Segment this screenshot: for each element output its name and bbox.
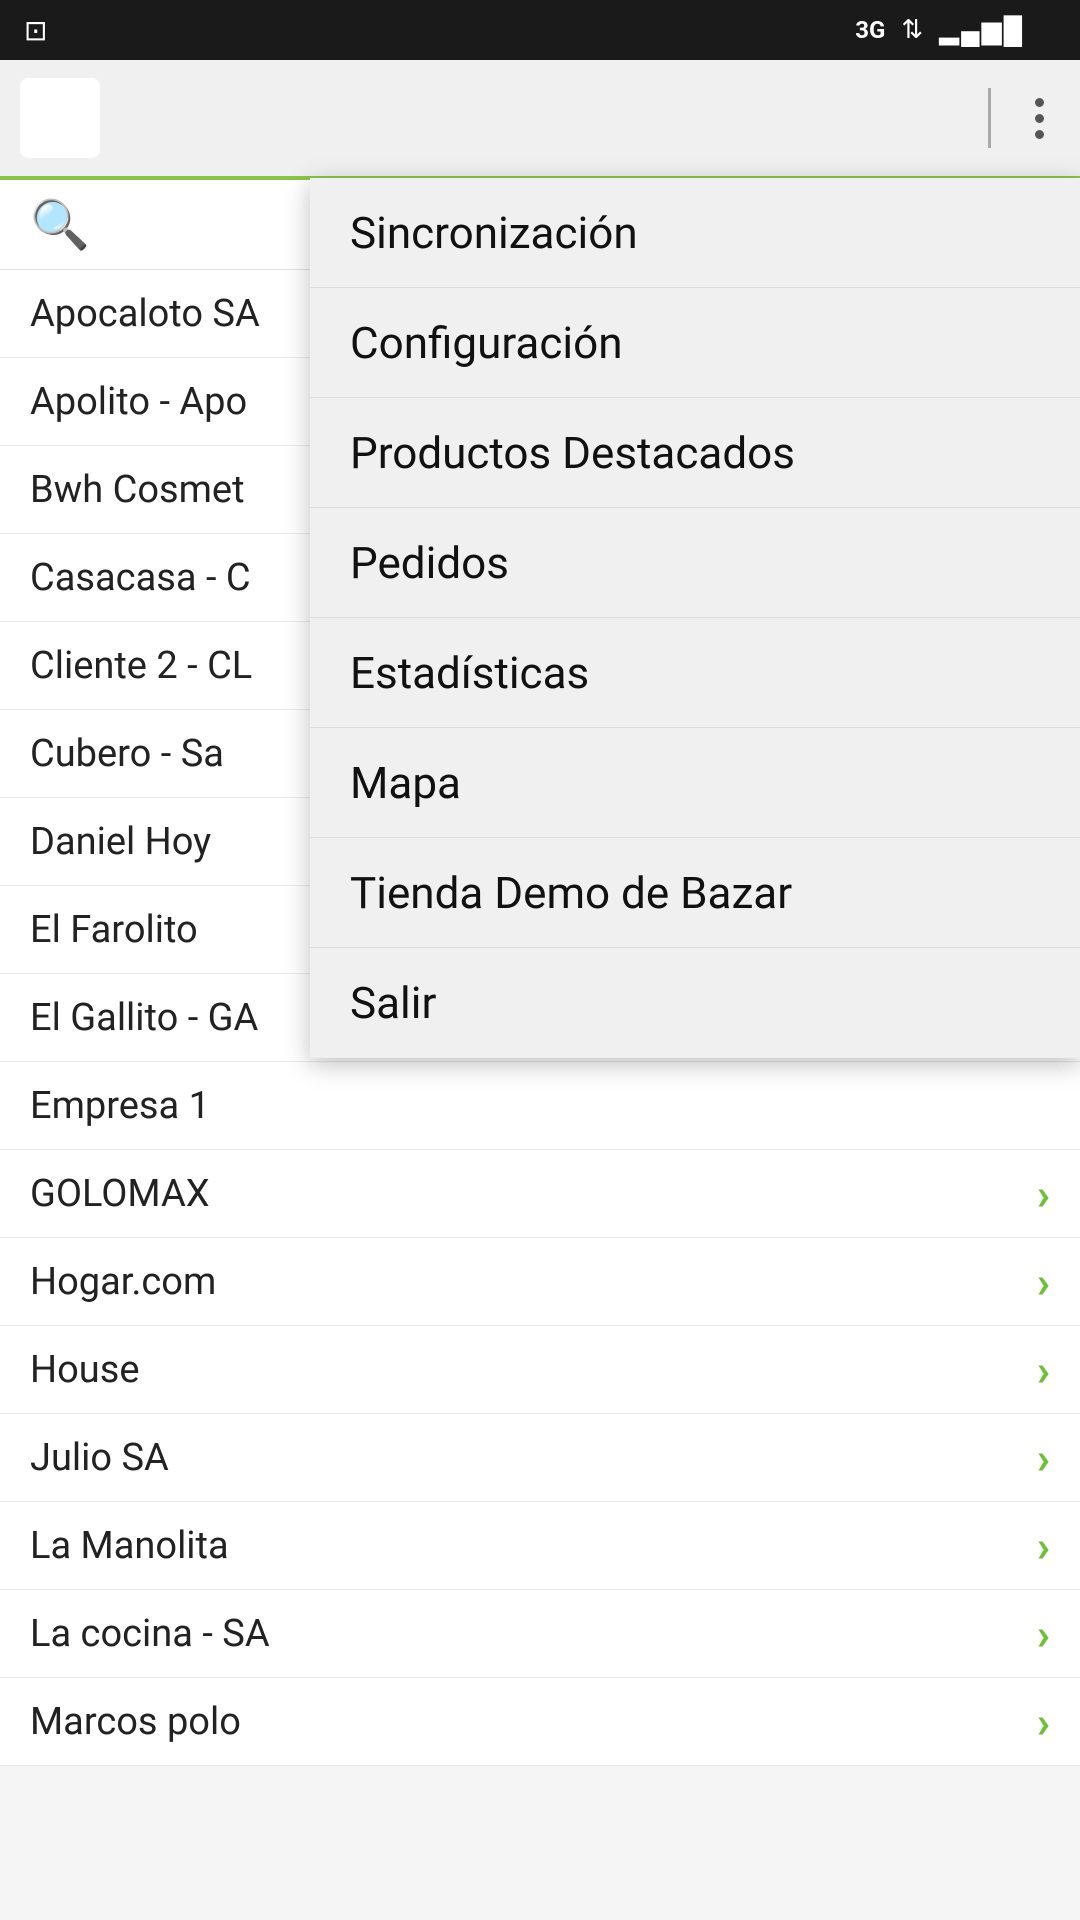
- client-name: Casacasa - C: [30, 556, 251, 600]
- client-list-item[interactable]: La cocina - SA ›: [0, 1590, 1080, 1678]
- screenshot-icon: ⊡: [24, 14, 47, 47]
- menu-item-label: Configuración: [350, 317, 623, 369]
- client-name: Hogar.com: [30, 1260, 216, 1304]
- menu-item-configuracion[interactable]: Configuración: [310, 288, 1080, 398]
- client-name: El Farolito: [30, 908, 198, 952]
- menu-item-label: Salir: [350, 977, 436, 1029]
- chevron-right-icon: ›: [1037, 1608, 1050, 1660]
- data-transfer-icon: ⇅: [901, 15, 923, 45]
- client-list-item[interactable]: Julio SA ›: [0, 1414, 1080, 1502]
- client-name: La Manolita: [30, 1524, 229, 1568]
- client-name: Empresa 1: [30, 1084, 210, 1128]
- client-list-item[interactable]: La Manolita ›: [0, 1502, 1080, 1590]
- app-logo: [20, 78, 100, 158]
- menu-item-label: Estadísticas: [350, 647, 589, 699]
- client-name: Apolito - Apo: [30, 380, 247, 424]
- client-list-item[interactable]: House ›: [0, 1326, 1080, 1414]
- menu-item-label: Pedidos: [350, 537, 509, 589]
- menu-item-pedidos[interactable]: Pedidos: [310, 508, 1080, 618]
- menu-item-label: Mapa: [350, 757, 461, 809]
- dot-icon: [1035, 114, 1044, 123]
- menu-item-label: Productos Destacados: [350, 427, 795, 479]
- header-divider: [988, 88, 991, 148]
- client-name: Daniel Hoy: [30, 820, 211, 864]
- chevron-right-icon: ›: [1037, 1432, 1050, 1484]
- client-list-item[interactable]: Hogar.com ›: [0, 1238, 1080, 1326]
- agregar-button[interactable]: [928, 108, 960, 128]
- client-name: El Gallito - GA: [30, 996, 258, 1040]
- dot-icon: [1035, 98, 1044, 107]
- chevron-right-icon: ›: [1037, 1696, 1050, 1748]
- client-name: Cubero - Sa: [30, 732, 224, 776]
- client-name: Julio SA: [30, 1436, 169, 1480]
- client-name: La cocina - SA: [30, 1612, 270, 1656]
- app-header: [0, 60, 1080, 180]
- network-type: 3G: [855, 16, 885, 44]
- search-icon: 🔍: [30, 196, 90, 253]
- menu-item-sincronizacion[interactable]: Sincronización: [310, 178, 1080, 288]
- menu-item-label: Tienda Demo de Bazar: [350, 867, 792, 919]
- menu-item-mapa[interactable]: Mapa: [310, 728, 1080, 838]
- status-bar: ⊡ 3G ⇅ ▂▄▆█: [0, 0, 1080, 60]
- client-name: Marcos polo: [30, 1700, 241, 1744]
- chevron-right-icon: ›: [1037, 1256, 1050, 1308]
- signal-icon: ▂▄▆█: [939, 15, 1024, 46]
- client-list-item[interactable]: Empresa 1: [0, 1062, 1080, 1150]
- menu-item-productos-destacados[interactable]: Productos Destacados: [310, 398, 1080, 508]
- chevron-right-icon: ›: [1037, 1520, 1050, 1572]
- client-list-item[interactable]: GOLOMAX ›: [0, 1150, 1080, 1238]
- chevron-right-icon: ›: [1037, 1344, 1050, 1396]
- menu-item-label: Sincronización: [350, 207, 638, 259]
- dot-icon: [1035, 130, 1044, 139]
- menu-item-tienda-demo[interactable]: Tienda Demo de Bazar: [310, 838, 1080, 948]
- more-options-button[interactable]: [1019, 88, 1060, 149]
- dropdown-menu: Sincronización Configuración Productos Des…: [310, 178, 1080, 1058]
- menu-item-salir[interactable]: Salir: [310, 948, 1080, 1058]
- client-name: House: [30, 1348, 140, 1392]
- client-name: Bwh Cosmet: [30, 468, 245, 512]
- client-list-item[interactable]: Marcos polo ›: [0, 1678, 1080, 1766]
- client-name: Apocaloto SA: [30, 292, 260, 336]
- client-name: Cliente 2 - CL: [30, 644, 252, 688]
- client-name: GOLOMAX: [30, 1172, 210, 1216]
- chevron-right-icon: ›: [1037, 1168, 1050, 1220]
- menu-item-estadisticas[interactable]: Estadísticas: [310, 618, 1080, 728]
